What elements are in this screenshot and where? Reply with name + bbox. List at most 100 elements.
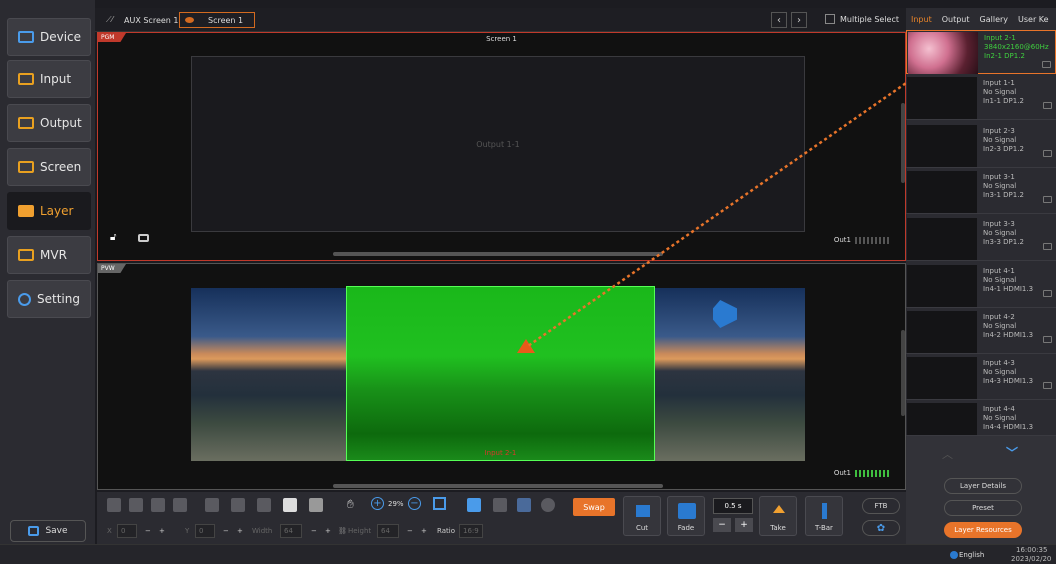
app-window: Device Input Output Screen Layer MVR Set… bbox=[0, 0, 1056, 564]
increase-duration-icon[interactable]: + bbox=[735, 518, 753, 532]
layer-icon bbox=[18, 205, 34, 217]
tab-user-key[interactable]: User Ke bbox=[1013, 15, 1054, 24]
tab-output[interactable]: Output bbox=[937, 15, 975, 24]
pgm-panel[interactable]: PGM Screen 1 Output 1-1 🔓︎ Out1 bbox=[97, 32, 906, 261]
vertical-scrollbar[interactable] bbox=[901, 103, 905, 183]
eye-icon bbox=[185, 17, 194, 23]
snapshot-icon[interactable] bbox=[1043, 336, 1052, 343]
source-item[interactable]: Input 3-1 No Signal In3-1 DP1.2 bbox=[906, 170, 1056, 214]
increment-icon[interactable]: + bbox=[159, 527, 165, 535]
decrement-icon[interactable]: − bbox=[223, 527, 229, 535]
hide-icon[interactable]: ⟋⁄ bbox=[101, 12, 118, 28]
bring-forward-icon[interactable] bbox=[129, 498, 143, 512]
settings-icon[interactable] bbox=[517, 498, 531, 512]
add-icon[interactable] bbox=[541, 498, 555, 512]
decrement-icon[interactable]: − bbox=[407, 527, 413, 535]
snapshot-icon[interactable] bbox=[1043, 382, 1052, 389]
sidebar-item-output[interactable]: Output bbox=[7, 104, 91, 142]
x-field[interactable]: 0 bbox=[117, 524, 137, 538]
vertical-scrollbar[interactable] bbox=[901, 330, 905, 416]
ftb-button[interactable]: FTB bbox=[862, 498, 900, 514]
ratio-label: Ratio bbox=[437, 527, 455, 535]
source-item[interactable]: Input 2-3 No Signal In2-3 DP1.2 bbox=[906, 124, 1056, 168]
increment-icon[interactable]: + bbox=[325, 527, 331, 535]
sidebar-item-device[interactable]: Device bbox=[7, 18, 91, 56]
layer-window[interactable]: Input 2-1 bbox=[346, 286, 655, 461]
checkbox[interactable] bbox=[825, 14, 835, 24]
bring-front-icon[interactable] bbox=[107, 498, 121, 512]
sidebar-item-mvr[interactable]: MVR bbox=[7, 236, 91, 274]
fill-screen-icon[interactable] bbox=[283, 498, 297, 512]
snapshot-icon[interactable] bbox=[1043, 102, 1052, 109]
source-item[interactable]: Input 4-3 No Signal In4-3 HDMI1.3 bbox=[906, 356, 1056, 400]
layer-details-button[interactable]: Layer Details bbox=[944, 478, 1022, 494]
snapshot-icon[interactable] bbox=[1043, 290, 1052, 297]
copy-icon[interactable] bbox=[309, 498, 323, 512]
snapshot-icon[interactable] bbox=[1042, 61, 1051, 68]
ratio-field[interactable]: 16:9 bbox=[459, 524, 483, 538]
prev-arrow-icon[interactable]: ‹ bbox=[771, 12, 787, 28]
height-label: Height bbox=[348, 527, 372, 535]
decrease-duration-icon[interactable]: − bbox=[713, 518, 731, 532]
tab-gallery[interactable]: Gallery bbox=[975, 15, 1014, 24]
decrement-icon[interactable]: − bbox=[145, 527, 151, 535]
source-item[interactable]: Input 4-2 No Signal In4-2 HDMI1.3 bbox=[906, 310, 1056, 354]
align-top-icon[interactable] bbox=[205, 498, 219, 512]
fit-view-icon[interactable] bbox=[433, 497, 446, 510]
swap-button[interactable]: Swap bbox=[573, 498, 615, 516]
layer-resources-button[interactable]: Layer Resources bbox=[944, 522, 1022, 538]
chevron-up-icon[interactable]: ︿ bbox=[942, 446, 953, 462]
chevron-down-icon[interactable]: ﹀ bbox=[1006, 444, 1018, 461]
source-item[interactable]: Input 3-3 No Signal In3-3 DP1.2 bbox=[906, 217, 1056, 261]
increment-icon[interactable]: + bbox=[421, 527, 427, 535]
snapshot-icon[interactable] bbox=[1043, 196, 1052, 203]
align-middle-icon[interactable] bbox=[231, 498, 245, 512]
send-backward-icon[interactable] bbox=[151, 498, 165, 512]
snapshot-icon[interactable] bbox=[1043, 150, 1052, 157]
send-back-icon[interactable] bbox=[173, 498, 187, 512]
lock-layer-icon[interactable] bbox=[467, 498, 481, 512]
sidebar-item-screen[interactable]: Screen bbox=[7, 148, 91, 186]
preset-button[interactable]: Preset bbox=[944, 500, 1022, 516]
snapshot-icon[interactable] bbox=[1043, 243, 1052, 250]
cut-button[interactable]: Cut bbox=[623, 496, 661, 536]
save-button[interactable]: Save bbox=[10, 520, 86, 542]
source-item[interactable]: Input 2-1 3840x2160@60Hz In2-1 DP1.2 bbox=[906, 30, 1056, 74]
zoom-out-icon[interactable]: − bbox=[408, 497, 421, 510]
next-arrow-icon[interactable]: › bbox=[791, 12, 807, 28]
tab-aux-screen-1[interactable]: AUX Screen 1 bbox=[119, 12, 184, 28]
width-field[interactable]: 64 bbox=[280, 524, 302, 538]
link-icon[interactable]: ⛓︎ bbox=[338, 527, 347, 535]
duration-field[interactable]: 0.5 s bbox=[713, 498, 753, 514]
height-field[interactable]: 64 bbox=[377, 524, 399, 538]
tab-input[interactable]: Input bbox=[906, 15, 937, 24]
sidebar-item-setting[interactable]: Setting bbox=[7, 280, 91, 318]
hand-icon[interactable]: ✋︎ bbox=[347, 497, 354, 512]
t-bar-button[interactable]: T-Bar bbox=[805, 496, 843, 536]
sidebar-item-label: Layer bbox=[40, 204, 74, 218]
horizontal-scrollbar[interactable] bbox=[333, 484, 663, 488]
fit-screen-icon[interactable] bbox=[257, 498, 271, 512]
take-button[interactable]: Take bbox=[759, 496, 797, 536]
pvw-panel[interactable]: PVW Input 2-1 Out1 bbox=[97, 263, 906, 490]
lock-icon[interactable]: 🔓︎ bbox=[110, 232, 116, 243]
horizontal-scrollbar[interactable] bbox=[333, 252, 663, 256]
sidebar-item-layer[interactable]: Layer bbox=[7, 192, 91, 230]
output-area[interactable]: Output 1-1 bbox=[191, 56, 805, 232]
source-item[interactable]: Input 1-1 No Signal In1-1 DP1.2 bbox=[906, 76, 1056, 120]
source-item[interactable]: Input 4-1 No Signal In4-1 HDMI1.3 bbox=[906, 264, 1056, 308]
camera-icon[interactable] bbox=[138, 234, 149, 242]
multiple-select-toggle[interactable]: Multiple Select bbox=[825, 14, 899, 24]
decrement-icon[interactable]: − bbox=[311, 527, 317, 535]
tab-screen-1[interactable]: Screen 1 bbox=[179, 12, 255, 28]
language-selector[interactable]: English bbox=[959, 551, 984, 559]
sidebar-item-input[interactable]: Input bbox=[7, 60, 91, 98]
clock-time: 16:00:35 bbox=[1016, 546, 1048, 554]
gear-button[interactable]: ✿ bbox=[862, 520, 900, 536]
increment-icon[interactable]: + bbox=[237, 527, 243, 535]
y-field[interactable]: 0 bbox=[195, 524, 215, 538]
fade-button[interactable]: Fade bbox=[667, 496, 705, 536]
source-item[interactable]: Input 4-4 No Signal In4-4 HDMI1.3 bbox=[906, 402, 1056, 436]
zoom-in-icon[interactable]: + bbox=[371, 497, 384, 510]
delete-icon[interactable] bbox=[493, 498, 507, 512]
